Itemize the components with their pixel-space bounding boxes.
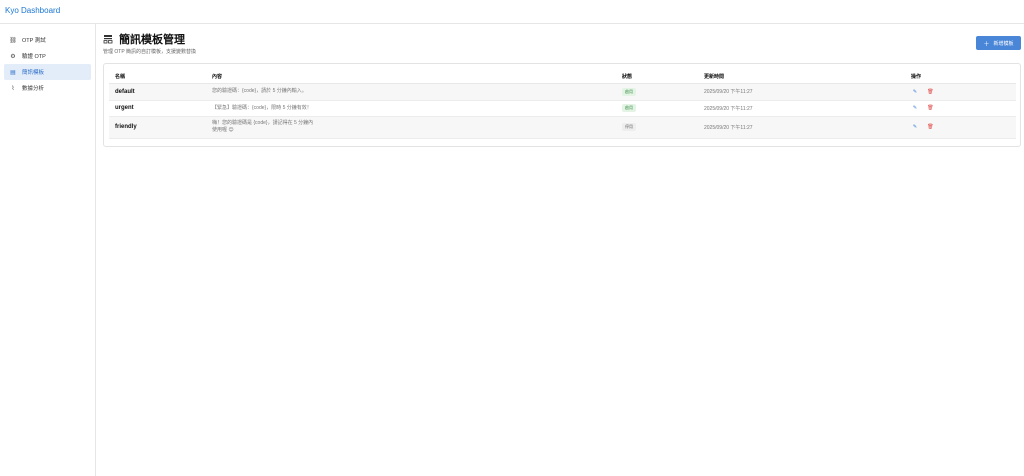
status-badge: 啟用 [622,104,636,112]
sidebar: ⛓ OTP 測試 ⚙ 驗證 OTP ▤ 簡訊模板 ⌇ 數據分析 [0,24,96,476]
table-header-row: 名稱 內容 狀態 更新時間 操作 [109,71,1016,84]
page-header: 簡訊模板管理 [103,31,185,47]
gear-icon: ⚙ [10,53,16,60]
status-badge: 停用 [622,123,636,131]
templates-table: 名稱 內容 狀態 更新時間 操作 default 您的驗證碼：{code}，請於… [109,71,1016,139]
add-template-label: 新增模板 [993,40,1014,47]
sidebar-item-analytics[interactable]: ⌇ 數據分析 [4,80,91,96]
actions-cell: ✎ 🗑 [905,100,1016,117]
template-name: default [109,83,206,101]
page-subtitle: 管理 OTP 簡訊的自訂模板，支援變數替換 [103,49,196,55]
plus-icon: ＋ [983,41,990,48]
updated-time: 2025/09/20 下午11:27 [698,83,905,101]
page-title: 簡訊模板管理 [119,34,185,46]
edit-icon[interactable]: ✎ [911,105,919,111]
updated-time: 2025/09/20 下午11:27 [698,100,905,117]
sidebar-item-label: 驗證 OTP [22,54,46,60]
template-icon [103,35,113,44]
table-row: default 您的驗證碼：{code}，請於 5 分鐘內輸入。 啟用 2025… [109,83,1016,101]
template-content-line: 使用喔 😊 [212,127,234,133]
trash-icon[interactable]: 🗑 [926,105,934,111]
app-brand[interactable]: Kyo Dashboard [5,6,60,15]
sidebar-item-otp-test[interactable]: ⛓ OTP 測試 [4,32,91,48]
status-cell: 啟用 [616,83,698,101]
top-bar: Kyo Dashboard [0,0,1024,24]
trash-icon[interactable]: 🗑 [926,89,934,95]
sidebar-item-verify-otp[interactable]: ⚙ 驗證 OTP [4,48,91,64]
sidebar-item-label: OTP 測試 [22,38,46,44]
sidebar-item-templates[interactable]: ▤ 簡訊模板 [4,64,91,80]
add-template-button[interactable]: ＋ 新增模板 [976,36,1021,50]
column-header-status: 狀態 [616,71,698,84]
template-icon: ▤ [10,69,16,76]
link-icon: ⛓ [9,37,17,44]
actions-cell: ✎ 🗑 [905,116,1016,139]
updated-time: 2025/09/20 下午11:27 [698,116,905,139]
actions-cell: ✎ 🗑 [905,83,1016,101]
edit-icon[interactable]: ✎ [911,89,919,95]
status-cell: 停用 [616,116,698,139]
table-row: urgent 【緊急】驗證碼：{code}，限時 5 分鐘有效！ 啟用 2025… [109,100,1016,117]
template-content: 您的驗證碼：{code}，請於 5 分鐘內輸入。 [206,83,616,101]
column-header-name: 名稱 [109,71,206,84]
template-content: 嗨！您的驗證碼是 {code}，請記得在 5 分鐘內 使用喔 😊 [206,116,616,139]
template-name: friendly [109,116,206,139]
template-name: urgent [109,100,206,117]
edit-icon[interactable]: ✎ [911,124,919,130]
status-badge: 啟用 [622,87,636,96]
main-content: 簡訊模板管理 管理 OTP 簡訊的自訂模板，支援變數替換 ＋ 新增模板 名稱 內… [97,24,1024,476]
templates-card: 名稱 內容 狀態 更新時間 操作 default 您的驗證碼：{code}，請於… [103,63,1021,147]
template-content-line: 嗨！您的驗證碼是 {code}，請記得在 5 分鐘內 [212,120,314,126]
chart-icon: ⌇ [11,85,15,92]
column-header-content: 內容 [206,71,616,84]
column-header-updated: 更新時間 [698,71,905,84]
trash-icon[interactable]: 🗑 [926,124,934,130]
table-row: friendly 嗨！您的驗證碼是 {code}，請記得在 5 分鐘內 使用喔 … [109,116,1016,139]
status-cell: 啟用 [616,100,698,117]
column-header-actions: 操作 [905,71,1016,84]
sidebar-item-label: 數據分析 [22,86,45,92]
template-content: 【緊急】驗證碼：{code}，限時 5 分鐘有效！ [206,100,616,117]
sidebar-item-label: 簡訊模板 [22,70,45,76]
